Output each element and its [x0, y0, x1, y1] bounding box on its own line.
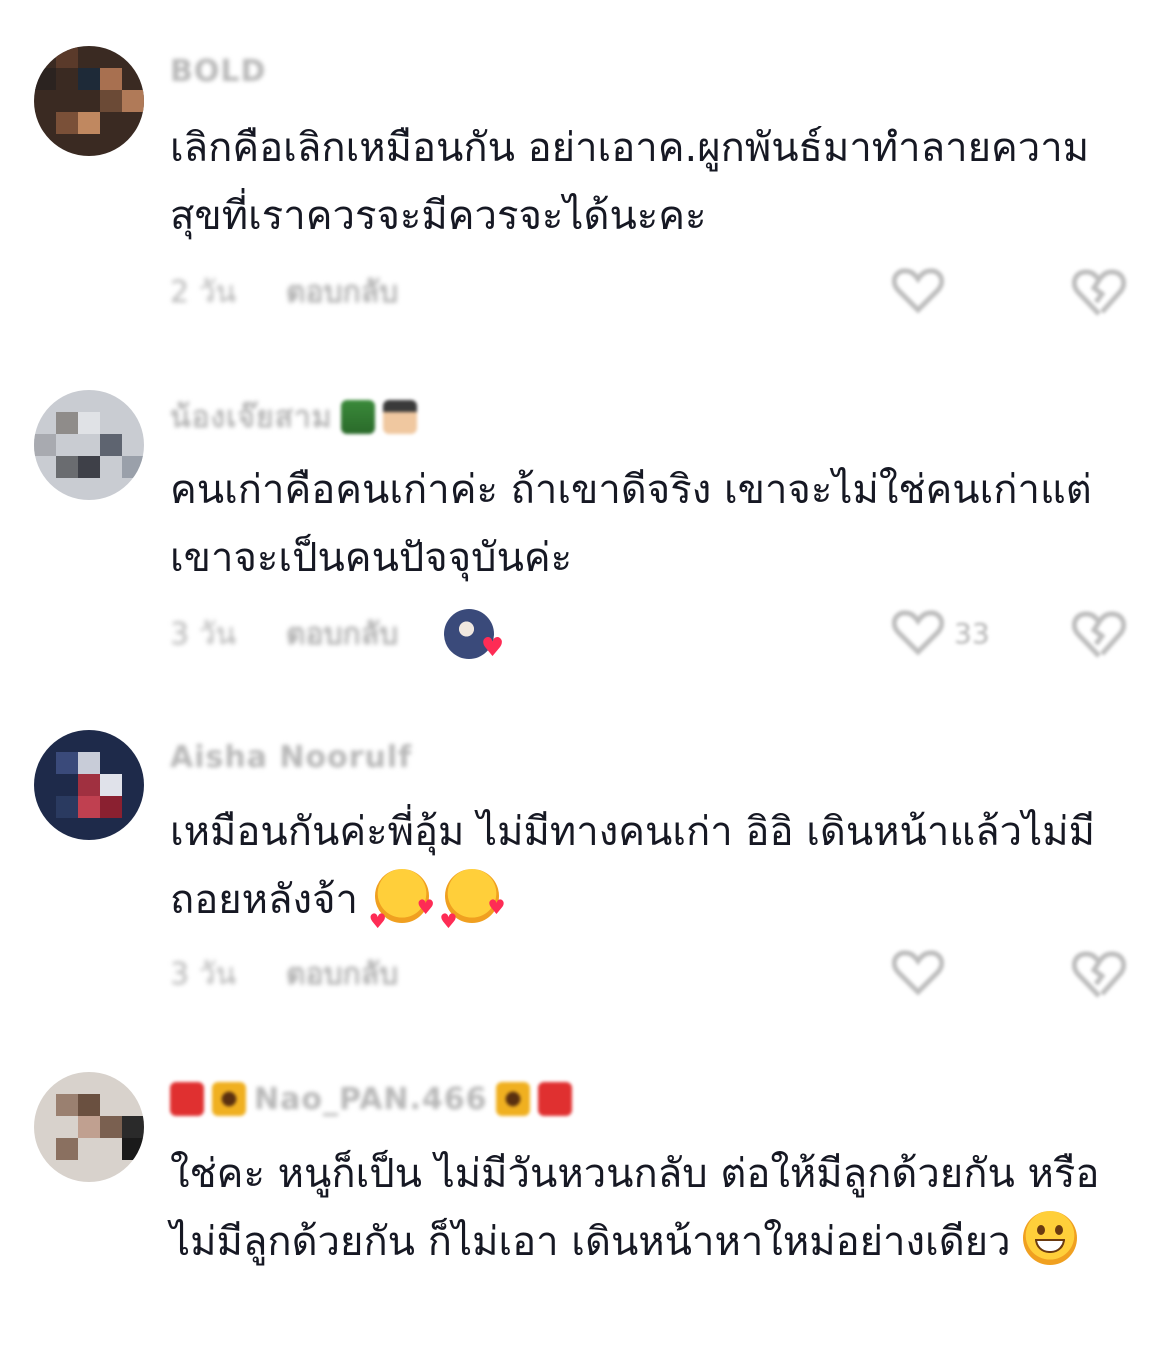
creator-liked-badge: ♥ [444, 609, 504, 661]
comment-text-body: เหมือนกันค่ะพี่อุ้ม ไม่มีทางคนเก่า อิอิ … [170, 809, 1095, 923]
avatar[interactable] [34, 390, 144, 500]
broken-heart-icon [1072, 611, 1126, 658]
comment-text: เลิกคือเลิกเหมือนกัน อย่าเอาค.ผูกพันธ์มา… [170, 125, 1090, 239]
reply-button[interactable]: ตอบกลับ [286, 611, 398, 658]
username[interactable]: BOLD [170, 54, 266, 89]
grinning-face-icon [1023, 1211, 1078, 1265]
sunflower-emoji-icon [212, 1082, 246, 1116]
comment-time: 2 วัน [170, 274, 236, 310]
dislike-button[interactable] [1072, 610, 1126, 660]
comment-time: 3 วัน [170, 956, 236, 992]
like-button[interactable] [892, 268, 944, 314]
tree-emoji-icon [340, 400, 375, 434]
avatar[interactable] [34, 1072, 144, 1182]
comment-time: 3 วัน [170, 616, 236, 652]
like-button[interactable]: 33 [892, 610, 990, 656]
heart-outline-icon [892, 950, 944, 996]
sunflower-emoji-icon [495, 1082, 530, 1116]
reply-button[interactable]: ตอบกลับ [286, 951, 398, 998]
username[interactable]: Nao_PAN.466 [254, 1082, 488, 1117]
heart-icon: ♥ [480, 633, 505, 663]
heart-outline-icon [892, 268, 944, 314]
dislike-button[interactable] [1072, 268, 1126, 318]
username[interactable]: Aisha Noorulf [170, 740, 412, 775]
face-emoji-icon [382, 400, 417, 434]
red-badge-emoji-icon [537, 1082, 572, 1116]
red-badge-emoji-icon [170, 1082, 204, 1116]
comment-text: เหมือนกันค่ะพี่อุ้ม ไม่มีทางคนเก่า อิอิ … [170, 798, 1130, 934]
smiling-face-with-hearts-icon: ♥ ♥ [369, 869, 435, 933]
username[interactable]: น้องเจ๊ยสาม [170, 394, 333, 441]
broken-heart-icon [1072, 269, 1126, 316]
dislike-button[interactable] [1072, 950, 1126, 1000]
broken-heart-icon [1072, 951, 1126, 998]
like-button[interactable] [892, 950, 944, 996]
comment-text-body: ใช่คะ หนูก็เป็น ไม่มีวันหวนกลับ ต่อให้มี… [170, 1151, 1100, 1265]
comment-text: คนเก่าคือคนเก่าค่ะ ถ้าเขาดีจริง เขาจะไม่… [170, 467, 1092, 581]
like-count: 33 [954, 616, 990, 650]
avatar[interactable] [34, 46, 144, 156]
reply-button[interactable]: ตอบกลับ [286, 269, 398, 316]
heart-outline-icon [892, 610, 944, 656]
comment-text: ใช่คะ หนูก็เป็น ไม่มีวันหวนกลับ ต่อให้มี… [170, 1140, 1130, 1276]
smiling-face-with-hearts-icon: ♥ ♥ [439, 869, 505, 933]
avatar[interactable] [34, 730, 144, 840]
